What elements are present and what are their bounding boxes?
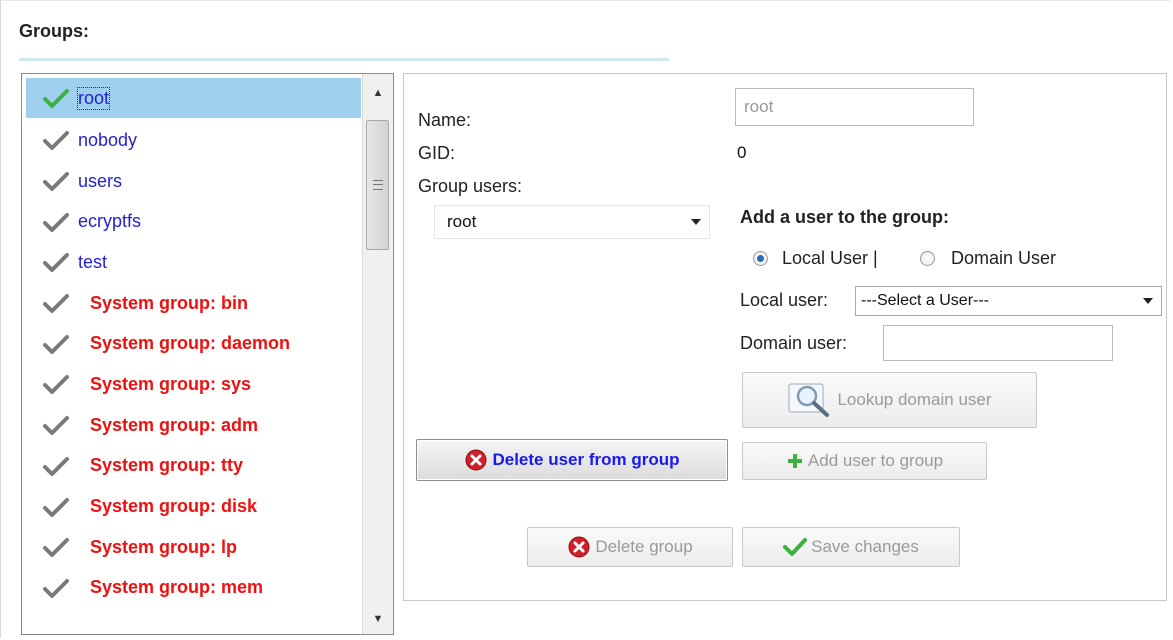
domain-user-label: Domain user: — [740, 333, 848, 353]
delete-x-icon — [465, 449, 487, 471]
checkmark-icon — [43, 212, 69, 232]
group-list-item[interactable]: System group: daemon — [22, 323, 362, 364]
local-user-selected: ---Select a User--- — [861, 292, 990, 309]
checkmark-icon — [43, 375, 69, 395]
scroll-thumb[interactable] — [366, 120, 389, 250]
gid-value: 0 — [737, 143, 747, 162]
local-user-radio-label: Local User | — [782, 248, 878, 268]
name-label: Name: — [418, 110, 472, 130]
group-list-item[interactable]: System group: tty — [22, 446, 362, 487]
group-users-select[interactable]: root — [434, 205, 710, 239]
save-changes-label: Save changes — [811, 537, 919, 556]
delete-user-from-group-label: Delete user from group — [492, 450, 680, 469]
group-users-selected: root — [447, 212, 477, 231]
group-list-items: root nobody users ecryptfs test System group:… — [22, 74, 362, 608]
groups-section: Groups: root nobody users ecryptfs test Syste… — [0, 0, 1170, 638]
scroll-up-arrow-icon[interactable]: ▲ — [363, 78, 393, 108]
checkmark-icon — [783, 538, 808, 556]
checkmark-icon — [43, 416, 69, 436]
checkmark-icon — [43, 538, 69, 558]
plus-icon — [787, 454, 802, 468]
group-name: System group: bin — [90, 292, 249, 313]
section-title: Groups: — [19, 21, 89, 41]
group-name: users — [78, 170, 123, 191]
group-list-item[interactable]: test — [22, 242, 362, 283]
group-list-item[interactable]: ecryptfs — [22, 201, 362, 242]
scroll-down-arrow-icon[interactable]: ▼ — [363, 604, 393, 634]
checkmark-icon — [43, 456, 69, 476]
grip-icon — [372, 180, 383, 190]
domain-user-field[interactable] — [883, 325, 1113, 361]
domain-user-radio[interactable] — [920, 251, 935, 266]
group-list-item[interactable]: System group: bin — [22, 283, 362, 324]
group-name: System group: tty — [90, 455, 244, 476]
group-name: System group: lp — [90, 536, 238, 557]
local-user-radio[interactable] — [753, 251, 768, 266]
checkmark-icon — [43, 497, 69, 517]
title-divider — [19, 58, 669, 61]
name-field[interactable]: root — [735, 88, 974, 126]
group-name: System group: mem — [90, 577, 264, 598]
group-list-item[interactable]: users — [22, 161, 362, 202]
local-user-label: Local user: — [740, 290, 829, 310]
group-name: System group: sys — [90, 373, 252, 394]
checkmark-icon — [43, 294, 69, 314]
checkmark-icon — [43, 334, 69, 354]
add-user-to-group-button[interactable]: Add user to group — [742, 442, 987, 480]
checkmark-icon — [43, 89, 69, 108]
group-name: System group: daemon — [90, 333, 291, 354]
group-name: ecryptfs — [78, 211, 142, 232]
checkmark-icon — [43, 172, 69, 192]
group-users-label: Group users: — [418, 176, 523, 196]
chevron-down-icon — [691, 219, 701, 225]
checkmark-icon — [43, 253, 69, 273]
group-name: System group: disk — [90, 496, 258, 517]
group-list-item[interactable]: System group: lp — [22, 527, 362, 568]
lookup-domain-user-label: Lookup domain user — [837, 390, 992, 409]
delete-user-from-group-button[interactable]: Delete user from group — [416, 439, 728, 481]
domain-user-radio-label: Domain User — [951, 248, 1057, 268]
delete-group-label: Delete group — [595, 537, 693, 556]
group-list[interactable]: root nobody users ecryptfs test System group:… — [21, 73, 394, 635]
lookup-domain-user-button[interactable]: Lookup domain user — [742, 372, 1037, 428]
magnifier-icon — [788, 383, 830, 417]
group-list-item[interactable]: nobody — [22, 120, 362, 161]
group-list-item[interactable]: System group: mem — [22, 568, 362, 609]
checkmark-icon — [43, 131, 69, 151]
group-details-panel: Name: root GID: 0 Group users: root Add … — [403, 73, 1167, 601]
gid-label: GID: — [418, 143, 456, 163]
group-name: nobody — [78, 129, 138, 150]
save-changes-button[interactable]: Save changes — [742, 527, 960, 567]
group-name: test — [78, 251, 108, 272]
local-user-select[interactable]: ---Select a User--- — [855, 286, 1162, 316]
group-list-item[interactable]: System group: sys — [22, 364, 362, 405]
group-name: System group: adm — [90, 414, 259, 435]
group-name: root — [76, 86, 111, 110]
chevron-down-icon — [1143, 298, 1153, 304]
checkmark-icon — [43, 578, 69, 598]
add-user-to-group-label: Add user to group — [807, 451, 944, 470]
group-list-item[interactable]: root — [26, 78, 361, 118]
delete-x-icon — [568, 536, 590, 558]
add-user-heading: Add a user to the group: — [740, 207, 949, 227]
group-list-item[interactable]: System group: disk — [22, 486, 362, 527]
delete-group-button[interactable]: Delete group — [527, 527, 733, 567]
group-list-item[interactable]: System group: adm — [22, 405, 362, 446]
list-scrollbar[interactable]: ▲ ▼ — [362, 74, 393, 634]
